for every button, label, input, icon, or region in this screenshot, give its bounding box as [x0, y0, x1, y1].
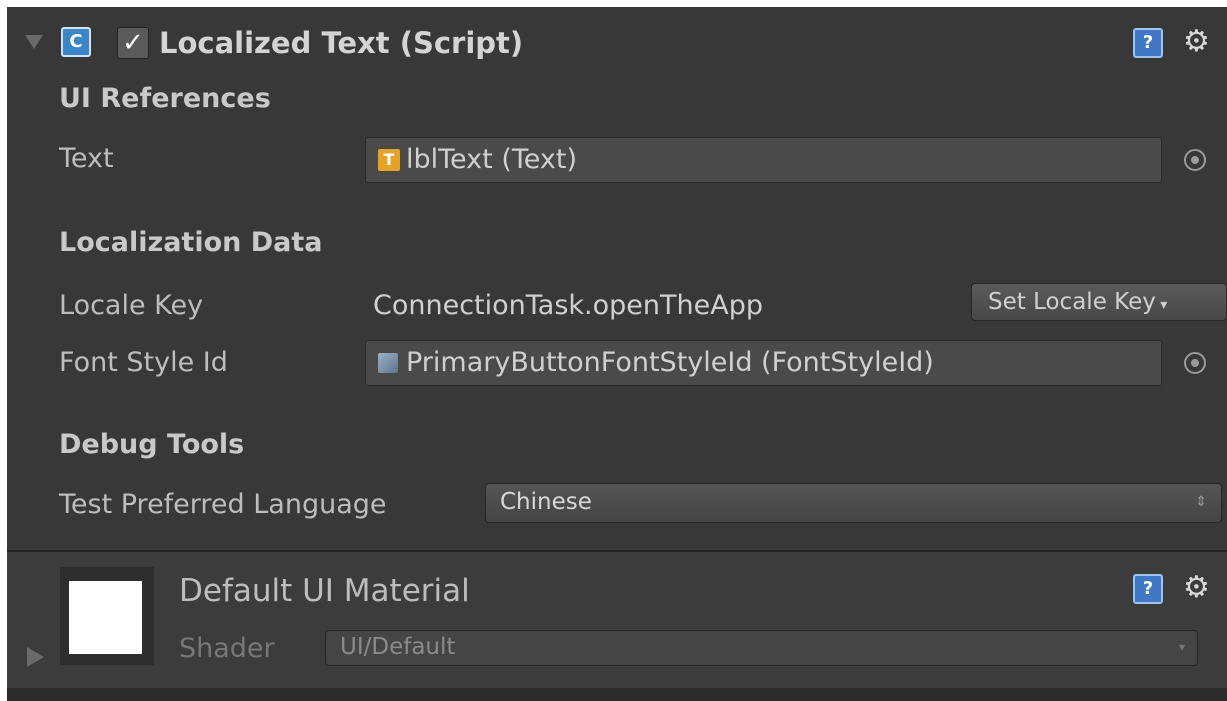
text-component-icon: T	[378, 149, 400, 171]
chevron-down-icon: ▾	[1178, 640, 1185, 654]
test-preferred-language-value: Chinese	[500, 489, 592, 515]
gear-icon[interactable]: ⚙	[1183, 27, 1210, 57]
gear-icon[interactable]: ⚙	[1183, 573, 1210, 603]
bottom-edge	[7, 688, 1227, 701]
help-book-icon[interactable]: ?	[1133, 574, 1163, 604]
text-reference-field[interactable]: T lblText (Text)	[365, 137, 1162, 183]
help-book-icon[interactable]: ?	[1133, 28, 1163, 58]
test-preferred-language-label: Test Preferred Language	[59, 489, 387, 520]
stepper-arrows-icon: ⇕	[1195, 494, 1207, 510]
debug-tools-header: Debug Tools	[59, 429, 245, 460]
test-preferred-language-dropdown[interactable]: Chinese ⇕	[485, 483, 1222, 523]
ui-references-header: UI References	[59, 83, 271, 114]
shader-label: Shader	[179, 633, 275, 664]
component-title: Localized Text (Script)	[159, 26, 524, 60]
locale-key-value: ConnectionTask.openTheApp	[373, 290, 763, 321]
foldout-triangle-icon[interactable]	[25, 35, 43, 49]
object-picker-icon[interactable]	[1184, 149, 1206, 171]
material-name: Default UI Material	[179, 573, 470, 609]
scriptable-object-icon	[378, 353, 398, 373]
dropdown-arrow-icon: ▾	[1155, 297, 1168, 313]
font-style-id-label: Font Style Id	[59, 347, 228, 378]
locale-key-label: Locale Key	[59, 290, 204, 321]
inspector-panel: C ✓ Localized Text (Script) ? ⚙ UI Refer…	[7, 7, 1227, 701]
object-picker-icon[interactable]	[1184, 352, 1206, 374]
text-reference-value: lblText (Text)	[406, 144, 578, 175]
enabled-checkbox[interactable]: ✓	[117, 27, 149, 59]
material-preview-image	[69, 581, 142, 654]
set-locale-key-button[interactable]: Set Locale Key ▾	[971, 283, 1227, 321]
shader-dropdown[interactable]: UI/Default ▾	[325, 630, 1198, 666]
text-field-label: Text	[59, 143, 114, 174]
localization-data-header: Localization Data	[59, 227, 323, 258]
set-locale-key-label: Set Locale Key	[988, 289, 1156, 315]
font-style-id-field[interactable]: PrimaryButtonFontStyleId (FontStyleId)	[365, 340, 1162, 386]
csharp-script-icon: C	[61, 27, 91, 57]
shader-value: UI/Default	[340, 634, 456, 660]
font-style-id-value: PrimaryButtonFontStyleId (FontStyleId)	[406, 347, 934, 378]
material-foldout-icon[interactable]	[27, 647, 44, 667]
